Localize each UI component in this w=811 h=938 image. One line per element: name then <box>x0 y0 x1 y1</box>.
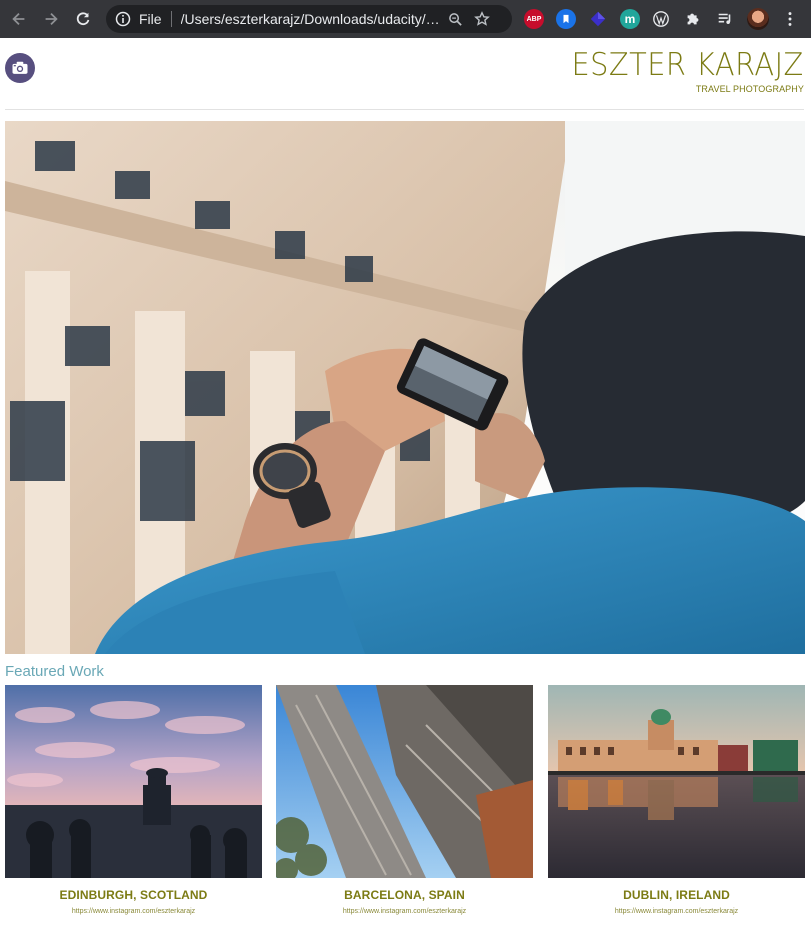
camera-logo-icon <box>5 53 35 83</box>
info-icon[interactable] <box>115 11 131 27</box>
bookmark-star-icon[interactable] <box>469 11 495 27</box>
featured-card-barcelona[interactable]: BARCELONA, SPAIN https://www.instagram.c… <box>276 685 533 915</box>
featured-work-heading: Featured Work <box>5 663 104 680</box>
instagram-link[interactable]: https://www.instagram.com/eszterkarajz <box>548 908 805 915</box>
back-button[interactable] <box>3 0 35 38</box>
profile-avatar[interactable] <box>747 8 769 30</box>
card-caption: BARCELONA, SPAIN <box>344 888 465 902</box>
brand-name: ESZTER KARAJZ <box>571 47 804 83</box>
barcelona-photo[interactable] <box>276 685 533 878</box>
forward-button[interactable] <box>35 0 67 38</box>
dublin-photo[interactable] <box>548 685 805 878</box>
card-caption: EDINBURGH, SCOTLAND <box>59 888 208 902</box>
arrow-right-icon <box>45 12 58 26</box>
edinburgh-photo[interactable] <box>5 685 262 878</box>
featured-card-dublin[interactable]: DUBLIN, IRELAND https://www.instagram.co… <box>548 685 805 915</box>
bookmark-extension-icon[interactable] <box>556 9 576 29</box>
puzzle-extensions-icon[interactable] <box>683 9 703 29</box>
zoom-icon[interactable] <box>443 12 469 27</box>
address-bar[interactable]: File /Users/eszterkarajz/Downloads/udaci… <box>106 5 512 33</box>
m-extension-icon[interactable]: m <box>620 9 640 29</box>
featured-card-edinburgh[interactable]: EDINBURGH, SCOTLAND https://www.instagra… <box>5 685 262 915</box>
reload-icon <box>76 12 90 26</box>
header-divider <box>5 109 804 110</box>
brand-block: ESZTER KARAJZ TRAVEL PHOTOGRAPHY <box>554 47 804 94</box>
card-caption: DUBLIN, IRELAND <box>623 888 730 902</box>
arrow-left-icon <box>12 12 25 26</box>
divider <box>170 11 172 27</box>
url-text[interactable]: /Users/eszterkarajz/Downloads/udacity/in… <box>181 11 443 27</box>
more-menu-icon[interactable] <box>780 9 800 29</box>
diamond-extension-icon[interactable] <box>588 9 608 29</box>
brand-tagline: TRAVEL PHOTOGRAPHY <box>695 84 804 94</box>
instagram-link[interactable]: https://www.instagram.com/eszterkarajz <box>276 908 533 915</box>
adblock-plus-icon[interactable]: ABP <box>524 9 544 29</box>
hero-image <box>5 121 805 654</box>
wordpress-icon[interactable] <box>651 9 671 29</box>
instagram-link[interactable]: https://www.instagram.com/eszterkarajz <box>5 908 262 915</box>
url-scheme-label: File <box>139 11 162 27</box>
media-queue-icon[interactable] <box>715 9 735 29</box>
reload-button[interactable] <box>67 0 99 38</box>
